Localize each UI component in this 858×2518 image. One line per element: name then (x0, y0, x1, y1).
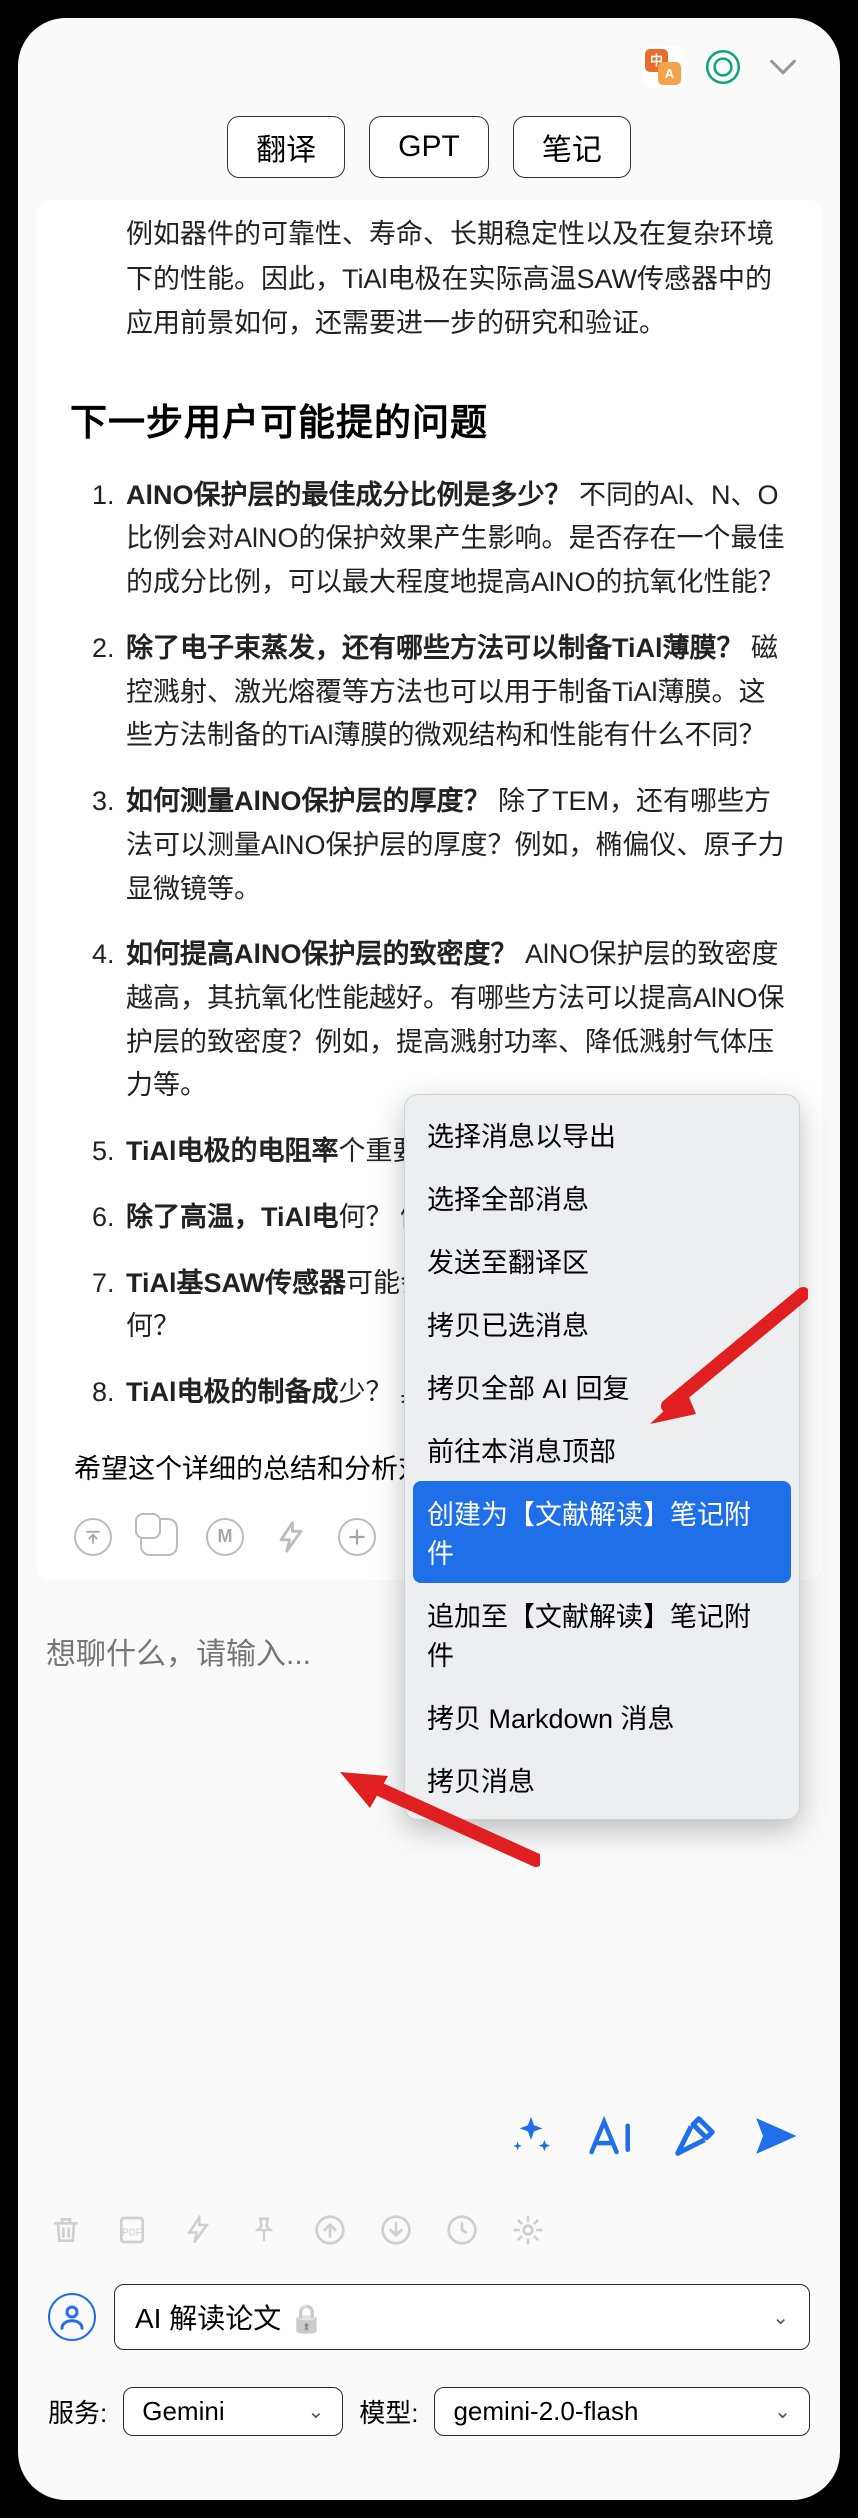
flash2-icon[interactable] (180, 2212, 216, 2248)
menu-item-export[interactable]: 选择消息以导出 (413, 1103, 791, 1166)
top-icon-bar: 中 A (18, 18, 840, 100)
chevron-down-icon: ⌄ (772, 2305, 789, 2330)
svg-text:PDF: PDF (122, 2227, 142, 2238)
tab-gpt[interactable]: GPT (369, 116, 489, 178)
section-heading: 下一步用户可能提的问题 (70, 392, 788, 446)
ai-text-icon[interactable] (588, 2114, 638, 2158)
markdown-icon[interactable]: M (206, 1518, 244, 1556)
openai-icon[interactable] (702, 46, 744, 88)
menu-item-copy-md[interactable]: 拷贝 Markdown 消息 (413, 1685, 791, 1748)
profile-select[interactable]: AI 解读论文 🔒 ⌄ (114, 2284, 810, 2350)
service-label: 服务: (48, 2393, 107, 2430)
broom-icon[interactable] (672, 2113, 718, 2159)
list-item: AlNO保护层的最佳成分比例是多少？ 不同的Al、N、O比例会对AlNO的保护效… (122, 474, 788, 605)
trash-icon[interactable] (48, 2212, 84, 2248)
quick-action-row (508, 2112, 800, 2160)
lock-icon: 🔒 (289, 2303, 324, 2334)
profile-row: AI 解读论文 🔒 ⌄ (48, 2284, 810, 2350)
service-select[interactable]: Gemini ⌄ (123, 2387, 343, 2436)
model-label: 模型: (359, 2393, 418, 2430)
list-item: 除了电子束蒸发，还有哪些方法可以制备TiAl薄膜？ 磁控溅射、激光熔覆等方法也可… (122, 627, 788, 758)
up-circle-icon[interactable] (312, 2212, 348, 2248)
menu-item-append-note[interactable]: 追加至【文献解读】笔记附件 (413, 1583, 791, 1685)
translate-icon[interactable]: 中 A (642, 46, 684, 88)
scroll-top-icon[interactable] (74, 1518, 112, 1556)
menu-item-select-all[interactable]: 选择全部消息 (413, 1166, 791, 1229)
profile-label: AI 解读论文 (135, 2303, 281, 2334)
clock-icon[interactable] (444, 2212, 480, 2248)
tab-row: 翻译 GPT 笔记 (18, 100, 840, 200)
menu-item-send-translate[interactable]: 发送至翻译区 (413, 1229, 791, 1292)
menu-item-create-note[interactable]: 创建为【文献解读】笔记附件 (413, 1481, 791, 1583)
down-circle-icon[interactable] (378, 2212, 414, 2248)
annotation-arrow-1 (638, 1286, 808, 1426)
annotation-arrow-2 (330, 1760, 540, 1870)
intro-paragraph: 例如器件的可靠性、寿命、长期稳定性以及在复杂环境下的性能。因此，TiAl电极在实… (70, 212, 788, 364)
list-item: 如何测量AlNO保护层的厚度？ 除了TEM，还有哪些方法可以测量AlNO保护层的… (122, 780, 788, 911)
service-model-row: 服务: Gemini ⌄ 模型: gemini-2.0-flash ⌄ (48, 2387, 810, 2436)
menu-item-goto-top[interactable]: 前往本消息顶部 (413, 1418, 791, 1481)
list-item: 如何提高AlNO保护层的致密度？ AlNO保护层的致密度越高，其抗氧化性能越好。… (122, 933, 788, 1108)
chevron-down-icon: ⌄ (774, 2399, 791, 2424)
sparkle-icon[interactable] (508, 2113, 554, 2159)
send-icon[interactable] (752, 2112, 800, 2160)
plus-icon[interactable] (338, 1518, 376, 1556)
tab-notes[interactable]: 笔记 (513, 116, 631, 178)
flash-icon[interactable] (272, 1518, 310, 1556)
model-select[interactable]: gemini-2.0-flash ⌄ (434, 2387, 810, 2436)
chevron-down-icon[interactable] (762, 46, 804, 88)
gear-icon[interactable] (510, 2212, 546, 2248)
model-value: gemini-2.0-flash (453, 2396, 638, 2427)
chevron-down-icon: ⌄ (307, 2399, 324, 2424)
copy-icon[interactable] (140, 1518, 178, 1556)
context-menu: 选择消息以导出 选择全部消息 发送至翻译区 拷贝已选消息 拷贝全部 AI 回复 … (404, 1094, 800, 1820)
bottom-toolbar: PDF (48, 2212, 546, 2248)
pdf-icon[interactable]: PDF (114, 2212, 150, 2248)
pin-icon[interactable] (246, 2212, 282, 2248)
svg-text:A: A (665, 66, 675, 81)
service-value: Gemini (142, 2396, 224, 2427)
tab-translate[interactable]: 翻译 (227, 116, 345, 178)
profile-avatar-icon[interactable] (48, 2293, 96, 2341)
